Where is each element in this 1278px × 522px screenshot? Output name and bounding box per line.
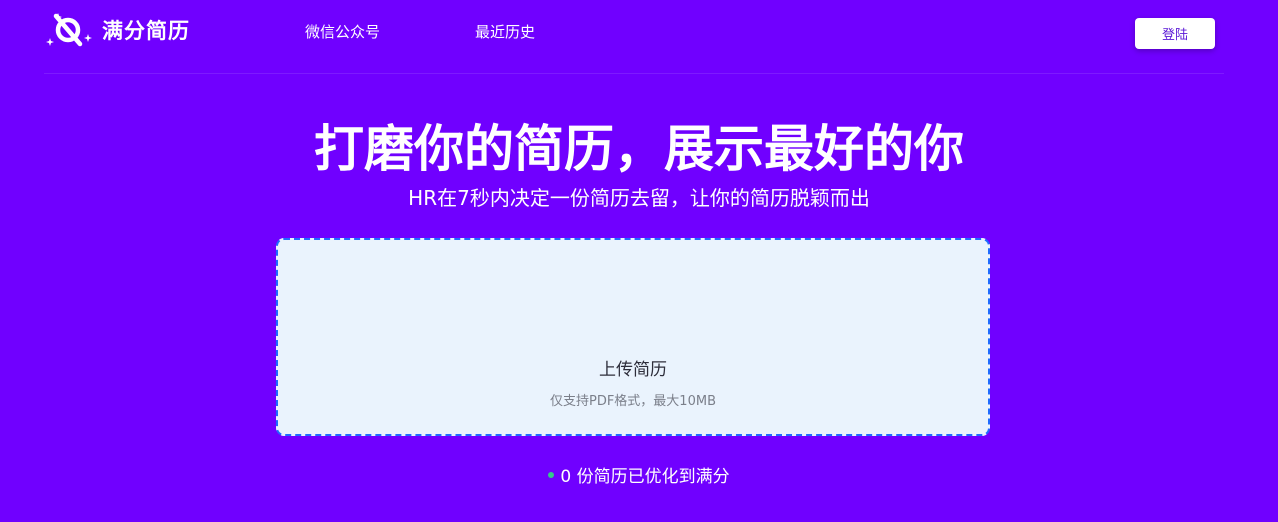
resume-upload-dropzone[interactable]: 上传简历 仅支持PDF格式，最大10MB <box>276 238 990 436</box>
site-header: 满分简历 微信公众号 最近历史 登陆 <box>0 0 1278 74</box>
status-dot-icon <box>548 471 555 478</box>
nav-history-link[interactable]: 最近历史 <box>475 21 535 42</box>
header-divider <box>44 73 1224 74</box>
logo[interactable]: 满分简历 <box>44 10 190 50</box>
optimized-count-text: 0 份简历已优化到满分 <box>560 467 730 487</box>
optimized-count: 0 份简历已优化到满分 <box>0 462 1278 487</box>
hero-title: 打磨你的简历，展示最好的你 <box>314 120 964 178</box>
nav-wechat-link[interactable]: 微信公众号 <box>305 21 380 42</box>
logo-text: 满分简历 <box>102 19 190 43</box>
upload-hint: 仅支持PDF格式，最大10MB <box>549 394 716 409</box>
hero-subtitle: HR在7秒内决定一份简历去留，让你的简历脱颖而出 <box>408 186 870 210</box>
upload-title: 上传简历 <box>599 360 667 380</box>
sparkle-logo-icon <box>46 13 92 47</box>
login-button[interactable]: 登陆 <box>1135 18 1215 49</box>
